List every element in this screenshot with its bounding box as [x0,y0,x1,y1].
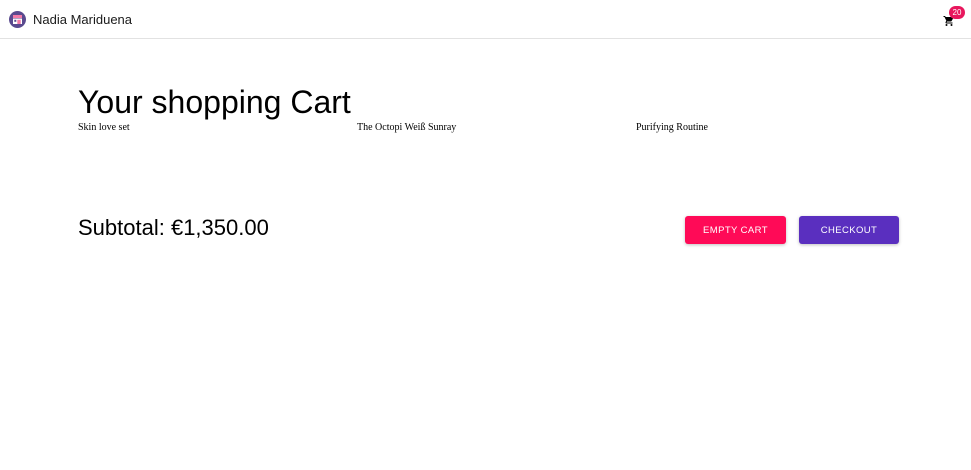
product-item: Purifying Routine [636,122,708,133]
brand-name: Nadia Mariduena [33,11,133,27]
checkout-button[interactable]: Checkout [799,216,899,244]
storefront-icon [9,10,26,28]
page-title: Your shopping Cart [78,84,351,120]
app-bar: Nadia Mariduena 20 [0,0,971,39]
product-item: Skin love set [78,122,130,133]
subtotal-text: Subtotal: €1,350.00 [78,215,269,240]
cart-count-badge: 20 [949,6,965,19]
cart-button[interactable]: 20 [939,6,965,32]
brand-link[interactable]: Nadia Mariduena [9,10,133,28]
product-item: The Octopi Weiß Sunray [357,122,457,133]
empty-cart-button[interactable]: Empty Cart [685,216,786,244]
